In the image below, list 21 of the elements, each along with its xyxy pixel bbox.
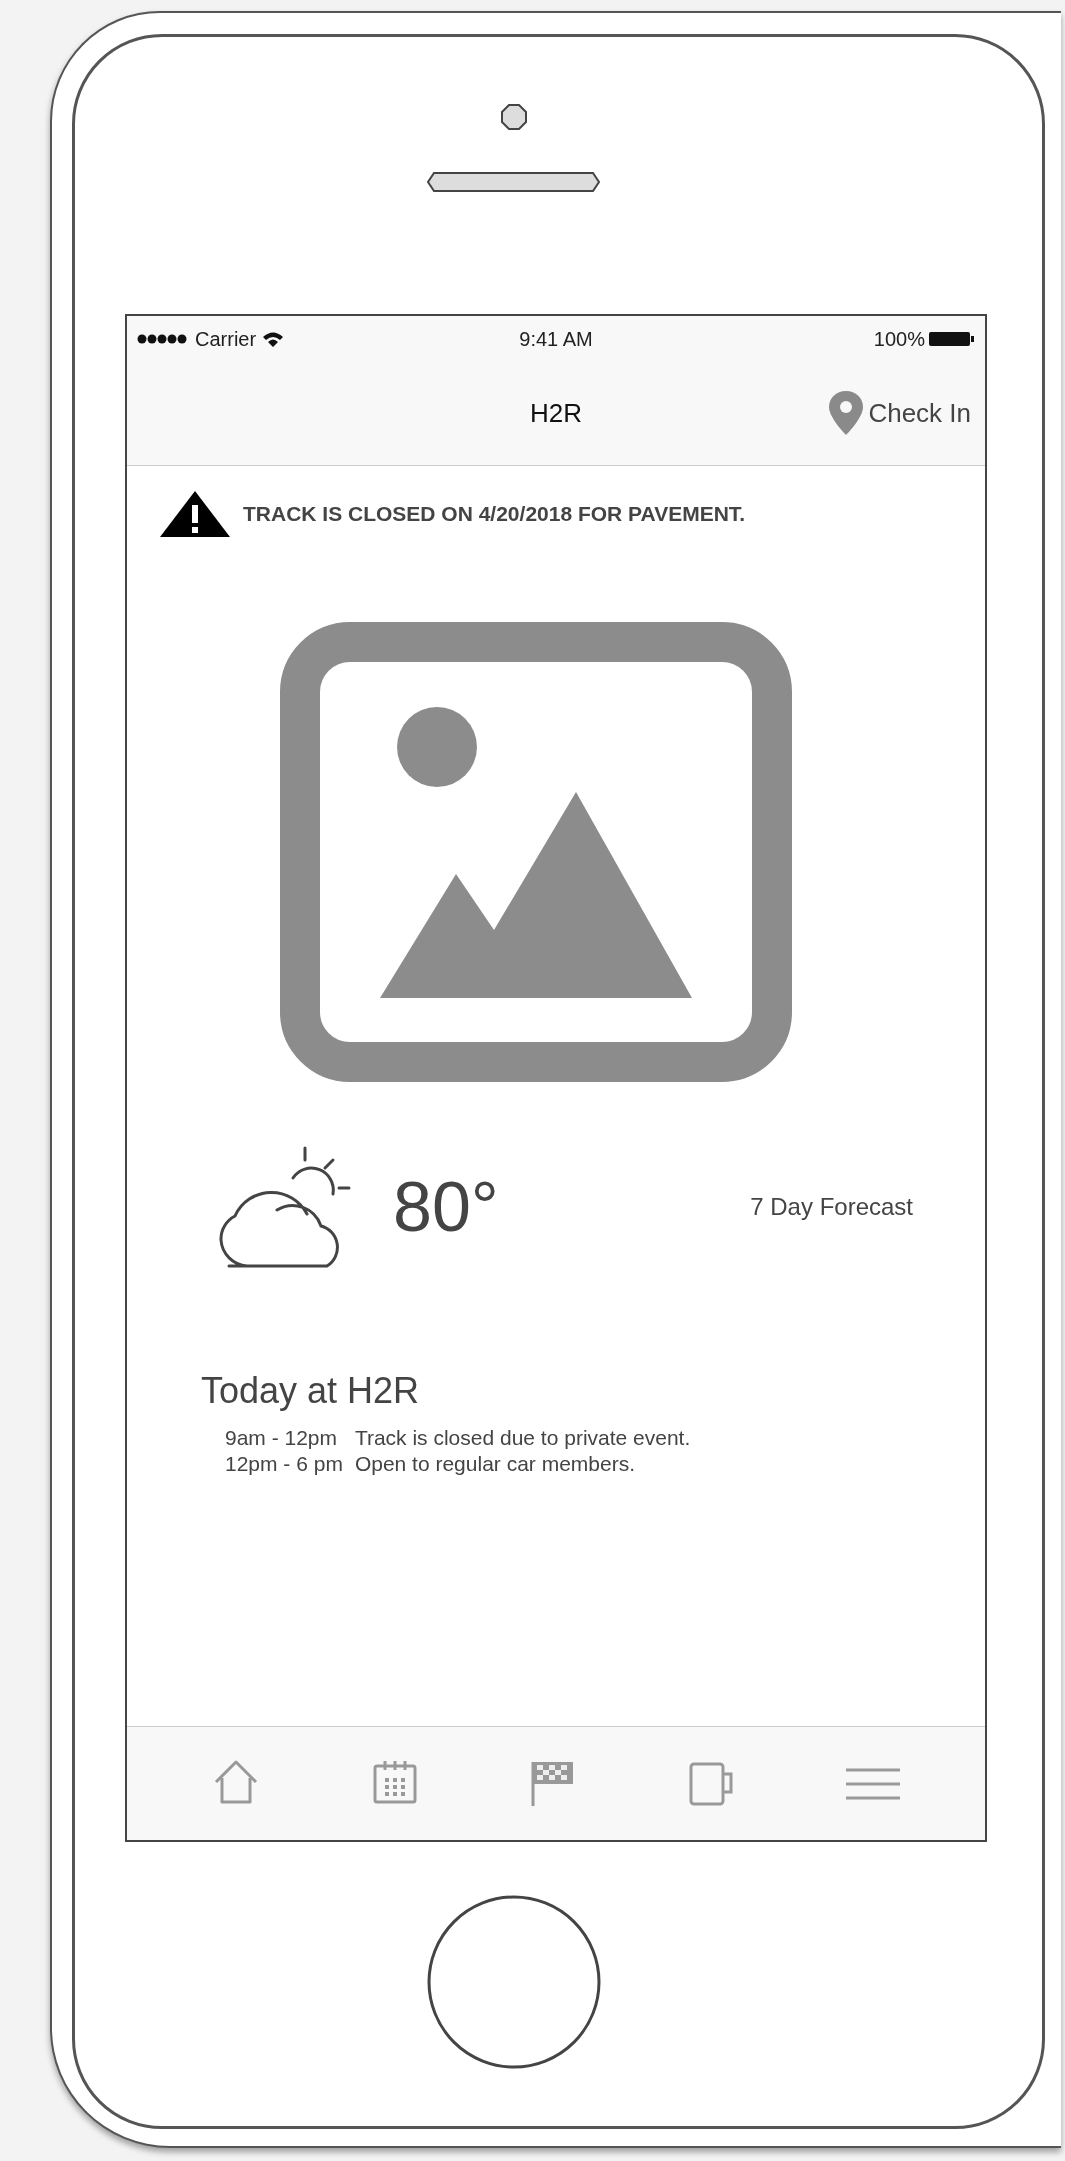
schedule-time: 12pm - 6 pm — [225, 1452, 343, 1476]
section-heading: Today at H2R — [201, 1370, 421, 1412]
schedule-description: Open to regular car members. — [354, 1452, 636, 1476]
alert-message: TRACK IS CLOSED ON 4/20/2018 FOR PAVEMENT. — [243, 502, 746, 526]
carrier-label: Carrier — [195, 327, 257, 351]
map-pin-icon — [828, 390, 865, 436]
clock-time: 9:41 AM — [519, 327, 593, 351]
camera-icon — [499, 103, 528, 131]
battery-icon — [929, 331, 975, 347]
home-button[interactable] — [425, 1894, 602, 2070]
screen-title: H2R — [530, 398, 582, 429]
schedule-description: Track is closed due to private event. — [354, 1426, 692, 1450]
temperature: 80° — [393, 1167, 499, 1247]
forecast-link[interactable]: 7 Day Forecast — [750, 1193, 913, 1221]
signal-icon — [137, 333, 189, 345]
speaker-icon — [426, 171, 601, 193]
check-in-button[interactable]: Check In — [828, 390, 971, 436]
warning-icon — [159, 490, 231, 538]
battery-percent: 100% — [873, 327, 925, 351]
schedule-time: 9am - 12pm — [225, 1426, 339, 1450]
wifi-icon — [262, 331, 285, 347]
